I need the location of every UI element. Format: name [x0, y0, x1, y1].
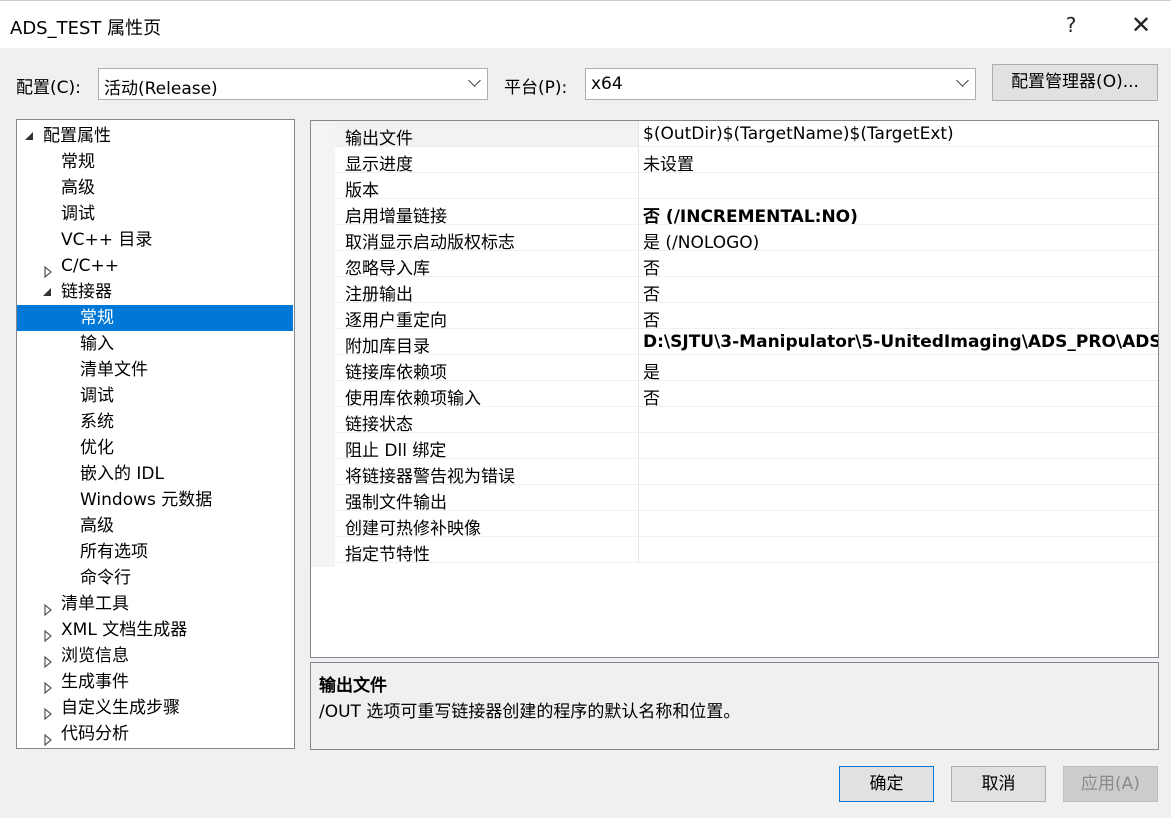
column-divider [638, 511, 639, 537]
collapsed-triangle-icon[interactable] [44, 702, 52, 721]
ok-button[interactable]: 确定 [839, 766, 934, 802]
tree-item-label: C/C++ [61, 256, 119, 276]
column-divider [638, 121, 639, 147]
configuration-value: 活动(Release) [104, 79, 218, 99]
property-row[interactable]: 链接库依赖项是 [311, 355, 1158, 383]
apply-button[interactable]: 应用(A) [1063, 766, 1158, 802]
tree-item-label: 常规 [80, 308, 114, 328]
expanded-triangle-icon[interactable] [25, 132, 33, 140]
collapsed-triangle-icon[interactable] [44, 676, 52, 695]
window-title: ADS_TEST 属性页 [10, 18, 162, 39]
column-divider [638, 433, 639, 459]
tree-item[interactable]: 常规 [17, 305, 293, 331]
column-divider [638, 251, 639, 277]
property-row[interactable]: 输出文件 $(OutDir)$(TargetName)$(TargetExt) [311, 121, 1158, 149]
tree-item-label: 优化 [80, 438, 114, 458]
collapsed-triangle-icon[interactable] [44, 624, 52, 643]
platform-label: 平台(P): [504, 78, 568, 98]
tree-item-label: 系统 [80, 412, 114, 432]
collapsed-triangle-icon[interactable] [44, 598, 52, 617]
platform-value: x64 [591, 74, 623, 94]
collapsed-triangle-icon[interactable] [44, 728, 52, 747]
column-divider [638, 485, 639, 511]
column-divider [638, 355, 639, 381]
close-button[interactable]: ✕ [1124, 10, 1158, 40]
help-button[interactable]: ? [1054, 10, 1088, 40]
tree-item-label: 调试 [61, 204, 95, 224]
property-value[interactable]: D:\SJTU\3-Manipulator\5-UnitedImaging\AD… [643, 332, 1158, 352]
description-text: /OUT 选项可重写链接器创建的程序的默认名称和位置。 [319, 702, 741, 722]
tree-item-label: 浏览信息 [61, 646, 129, 666]
column-divider [638, 277, 639, 303]
property-row[interactable]: 显示进度 未设置 [311, 147, 1158, 175]
description-panel: 输出文件 /OUT 选项可重写链接器创建的程序的默认名称和位置。 [310, 662, 1159, 750]
property-row[interactable]: 附加库目录 D:\SJTU\3-Manipulator\5-UnitedImagi… [311, 329, 1158, 357]
tree-item-label: 清单文件 [80, 360, 148, 380]
tree-item-label: 配置属性 [43, 126, 111, 146]
property-row[interactable]: 版本 [311, 173, 1158, 201]
expanded-triangle-icon[interactable] [43, 288, 51, 296]
property-row[interactable]: 使用库依赖项输入否 [311, 381, 1158, 409]
property-row[interactable]: 链接状态 [311, 407, 1158, 435]
property-row[interactable]: 注册输出否 [311, 277, 1158, 305]
tree-item-label: 代码分析 [61, 724, 129, 744]
tree-item-label: 自定义生成步骤 [61, 698, 180, 718]
tree-item-label: 生成事件 [61, 672, 129, 692]
property-row[interactable]: 忽略导入库否 [311, 251, 1158, 279]
tree-item-label: 高级 [61, 178, 95, 198]
column-divider [638, 537, 639, 563]
column-divider [638, 199, 639, 225]
tree-item-label: 清单工具 [61, 594, 129, 614]
tree-item-label: 常规 [61, 152, 95, 172]
property-row[interactable]: 逐用户重定向否 [311, 303, 1158, 331]
property-row[interactable]: 取消显示启动版权标志是 (/NOLOGO) [311, 225, 1158, 253]
row-divider [335, 562, 1158, 563]
chevron-down-icon [956, 74, 969, 87]
platform-dropdown[interactable]: x64 [585, 68, 976, 100]
tree-item-label: 链接器 [61, 282, 112, 302]
property-tree[interactable]: 配置属性 常规 高级 调试 VC++ 目录 C/C++ 链接器 常规 输入 清单文件 调试 系统 优化嵌… [16, 119, 295, 749]
tree-item-label: 高级 [80, 516, 114, 536]
tree-item-label: XML 文档生成器 [61, 620, 188, 640]
property-row[interactable]: 强制文件输出 [311, 485, 1158, 513]
property-row[interactable]: 指定节特性 [311, 537, 1158, 565]
chevron-down-icon [468, 74, 481, 87]
tree-item-label: 调试 [80, 386, 114, 406]
property-value[interactable]: $(OutDir)$(TargetName)$(TargetExt) [643, 124, 954, 144]
configuration-dropdown[interactable]: 活动(Release) [98, 68, 488, 100]
column-divider [638, 381, 639, 407]
tree-item-label: 所有选项 [80, 542, 148, 562]
title-bar: ADS_TEST 属性页 ? ✕ [0, 0, 1171, 48]
tree-item-label: 命令行 [80, 568, 131, 588]
property-grid[interactable]: 输出文件 $(OutDir)$(TargetName)$(TargetExt) 显示… [310, 120, 1159, 658]
column-divider [638, 147, 639, 173]
description-heading: 输出文件 [319, 676, 387, 696]
collapsed-triangle-icon[interactable] [44, 650, 52, 669]
tree-item-label: 输入 [80, 334, 114, 354]
configuration-label: 配置(C): [16, 78, 81, 98]
property-row[interactable]: 阻止 Dll 绑定 [311, 433, 1158, 461]
property-row[interactable]: 启用增量链接否 (/INCREMENTAL:NO) [311, 199, 1158, 227]
property-row[interactable]: 将链接器警告视为错误 [311, 459, 1158, 487]
column-divider [638, 329, 639, 355]
tree-item-label: VC++ 目录 [61, 230, 153, 250]
cancel-button[interactable]: 取消 [951, 766, 1046, 802]
property-row[interactable]: 创建可热修补映像 [311, 511, 1158, 539]
column-divider [638, 407, 639, 433]
column-divider [638, 173, 639, 199]
configuration-manager-button[interactable]: 配置管理器(O)... [992, 64, 1158, 101]
tree-item-label: 嵌入的 IDL [80, 464, 164, 484]
column-divider [638, 225, 639, 251]
tree-item-label: Windows 元数据 [80, 490, 213, 510]
column-divider [638, 303, 639, 329]
collapsed-triangle-icon[interactable] [44, 260, 52, 279]
column-divider [638, 459, 639, 485]
